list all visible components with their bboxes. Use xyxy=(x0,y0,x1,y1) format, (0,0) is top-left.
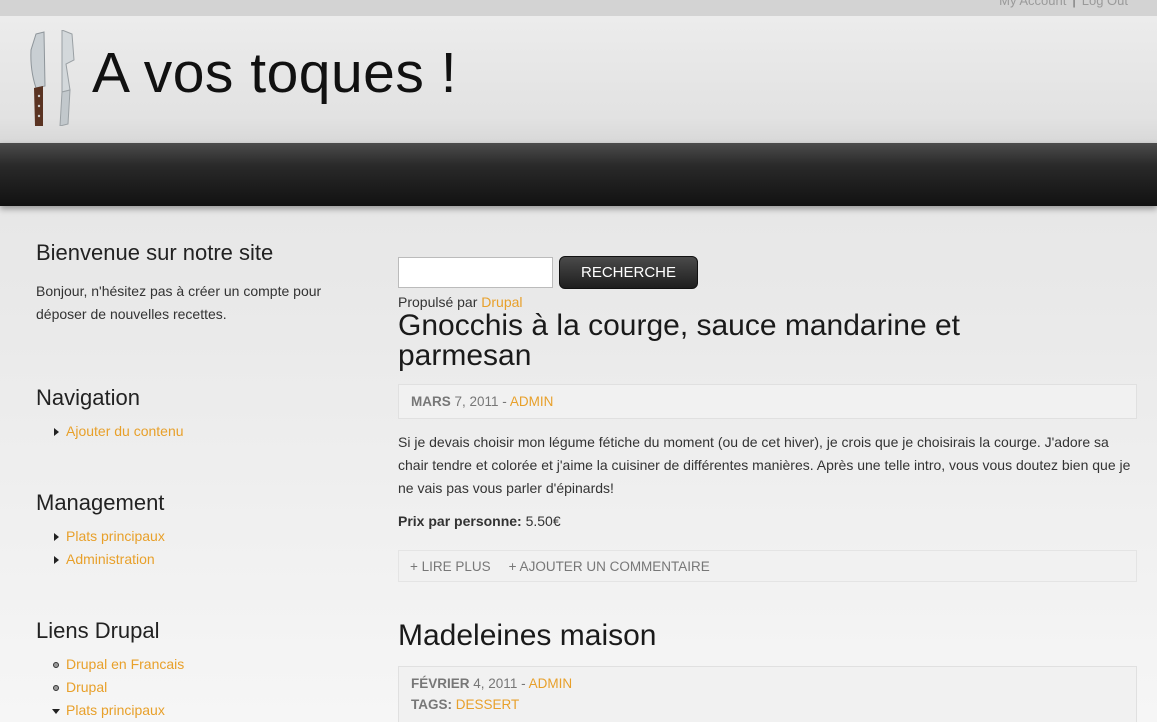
management-menu: Plats principaux Administration xyxy=(36,525,356,571)
article-month: MARS xyxy=(411,394,451,409)
powered-by: Propulsé par Drupal xyxy=(398,294,523,310)
article-date: 7, 2011 - xyxy=(454,394,507,409)
arrow-right-icon xyxy=(54,428,59,436)
tags-label: TAGS: xyxy=(411,697,452,712)
powered-by-drupal-link[interactable]: Drupal xyxy=(481,294,522,310)
search-input[interactable] xyxy=(398,257,553,288)
user-links: My Account | Log Out xyxy=(999,0,1128,8)
sidebar: Bienvenue sur notre site Bonjour, n'hési… xyxy=(36,240,356,718)
powered-by-text: Propulsé par xyxy=(398,294,478,310)
menu-item-drupal-fr: Drupal en Francais xyxy=(36,653,356,676)
article: Gnocchis à la courge, sauce mandarine et… xyxy=(398,311,1137,582)
article-body: Si je devais choisir mon légume fétiche … xyxy=(398,434,1131,496)
site-title[interactable]: A vos toques ! xyxy=(92,40,457,106)
add-comment-link[interactable]: + AJOUTER UN COMMENTAIRE xyxy=(509,559,710,574)
article: Madeleines maison FÉVRIER 4, 2011 - ADMI… xyxy=(398,621,1137,722)
main-dishes-link[interactable]: Plats principaux xyxy=(66,528,165,544)
tag-link[interactable]: DESSERT xyxy=(456,697,520,712)
link-separator: | xyxy=(1072,0,1076,8)
article-price: Prix par personne: 5.50€ xyxy=(398,510,1137,533)
drupal-links-block: Liens Drupal Drupal en Francais Drupal P… xyxy=(36,618,356,722)
main-dishes-expanded-link[interactable]: Plats principaux xyxy=(66,702,165,718)
drupal-fr-link[interactable]: Drupal en Francais xyxy=(66,656,184,672)
welcome-title: Bienvenue sur notre site xyxy=(36,240,274,265)
main-nav-bar xyxy=(0,143,1157,206)
navigation-menu: Ajouter du contenu xyxy=(36,420,356,443)
menu-item-main-dishes-expanded: Plats principaux xyxy=(36,699,356,722)
logout-link[interactable]: Log Out xyxy=(1082,0,1128,8)
price-value: 5.50€ xyxy=(525,513,561,529)
bullet-icon xyxy=(53,662,59,668)
menu-item-drupal: Drupal xyxy=(36,676,356,699)
navigation-title: Navigation xyxy=(36,385,140,410)
price-label: Prix par personne: xyxy=(398,513,522,529)
search-button[interactable]: RECHERCHE xyxy=(559,256,698,289)
drupal-link[interactable]: Drupal xyxy=(66,679,107,695)
article-date-line: FÉVRIER 4, 2011 - ADMIN xyxy=(411,673,1124,694)
drupal-links-title: Liens Drupal xyxy=(36,618,160,643)
top-bar: My Account | Log Out xyxy=(0,0,1157,16)
article-date: 4, 2011 - xyxy=(473,676,526,691)
article-author-link[interactable]: ADMIN xyxy=(529,676,573,691)
knives-logo-icon[interactable] xyxy=(24,30,80,126)
article-title[interactable]: Gnocchis à la courge, sauce mandarine et… xyxy=(398,311,1018,371)
add-content-link[interactable]: Ajouter du contenu xyxy=(66,423,184,439)
welcome-block: Bienvenue sur notre site Bonjour, n'hési… xyxy=(36,240,356,326)
article-author-link[interactable]: ADMIN xyxy=(510,394,554,409)
administration-link[interactable]: Administration xyxy=(66,551,155,567)
arrow-right-icon xyxy=(54,533,59,541)
my-account-link[interactable]: My Account xyxy=(999,0,1066,8)
drupal-links-menu: Drupal en Francais Drupal Plats principa… xyxy=(36,653,356,722)
menu-item-main-dishes: Plats principaux xyxy=(36,525,356,548)
site-header: A vos toques ! xyxy=(0,16,1157,143)
arrow-down-icon xyxy=(52,709,60,714)
welcome-text: Bonjour, n'hésitez pas à créer un compte… xyxy=(36,283,322,322)
bullet-icon xyxy=(53,685,59,691)
menu-item-administration: Administration xyxy=(36,548,356,571)
article-title[interactable]: Madeleines maison xyxy=(398,621,1137,651)
arrow-right-icon xyxy=(54,556,59,564)
management-title: Management xyxy=(36,490,165,515)
navigation-block: Navigation Ajouter du contenu xyxy=(36,385,356,443)
menu-item-add-content: Ajouter du contenu xyxy=(36,420,356,443)
article-tags-line: TAGS: DESSERT xyxy=(411,694,1124,715)
read-more-link[interactable]: + LIRE PLUS xyxy=(410,559,491,574)
management-block: Management Plats principaux Administrati… xyxy=(36,490,356,571)
article-month: FÉVRIER xyxy=(411,676,470,691)
article-meta: MARS 7, 2011 - ADMIN xyxy=(398,384,1137,419)
article-meta: FÉVRIER 4, 2011 - ADMIN TAGS: DESSERT xyxy=(398,666,1137,722)
article-links: + LIRE PLUS + AJOUTER UN COMMENTAIRE xyxy=(398,550,1137,582)
